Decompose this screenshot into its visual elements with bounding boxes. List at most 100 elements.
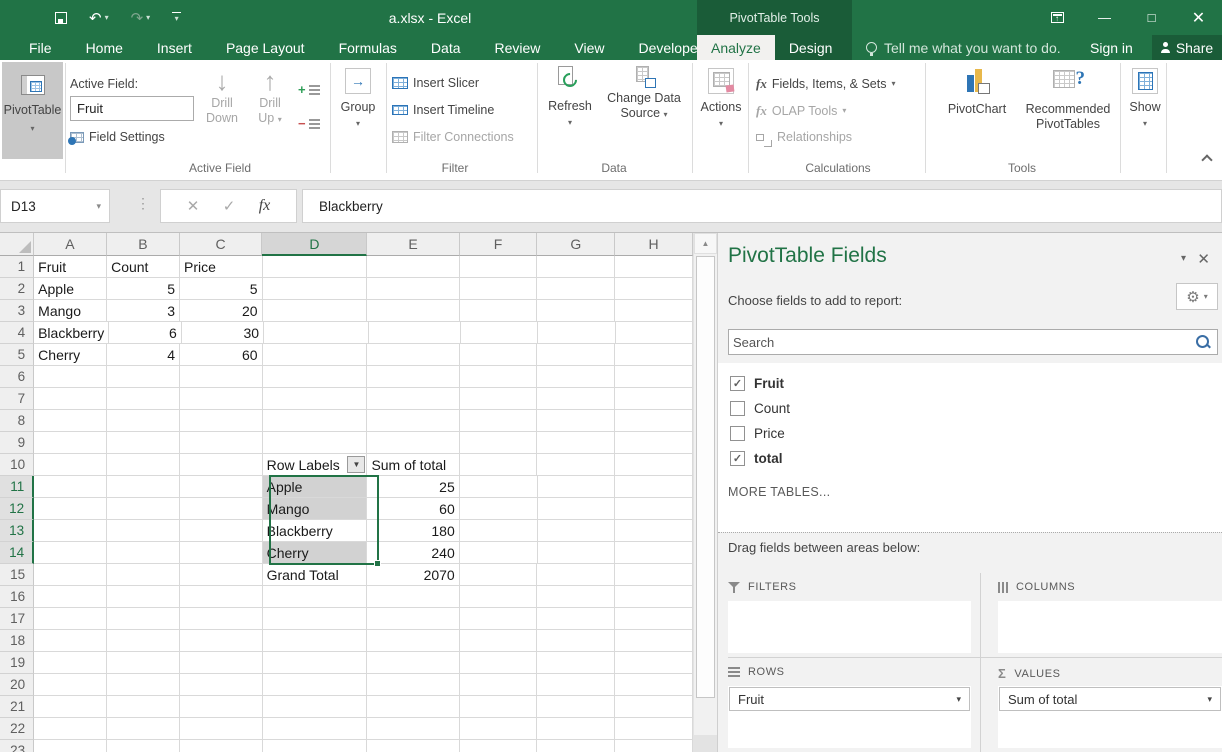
col-header-B[interactable]: B	[107, 233, 180, 256]
row-header-20[interactable]: 20	[0, 674, 34, 696]
cell-E10[interactable]: Sum of total	[367, 454, 459, 476]
row-header-17[interactable]: 17	[0, 608, 34, 630]
field-checkbox-fruit[interactable]: ✓	[730, 376, 745, 391]
tell-me-box[interactable]: Tell me what you want to do.	[866, 35, 1061, 60]
cell-G10[interactable]	[537, 454, 615, 476]
cell-C7[interactable]	[180, 388, 263, 410]
cell-G20[interactable]	[537, 674, 615, 696]
cell-G17[interactable]	[537, 608, 615, 630]
cell-C15[interactable]	[180, 564, 263, 586]
cell-A22[interactable]	[34, 718, 107, 740]
row-header-11[interactable]: 11	[0, 476, 34, 498]
cell-F20[interactable]	[460, 674, 538, 696]
cell-A8[interactable]	[34, 410, 107, 432]
cell-G4[interactable]	[538, 322, 615, 344]
cell-C1[interactable]: Price	[180, 256, 263, 278]
cell-F5[interactable]	[460, 344, 538, 366]
filter-connections-button[interactable]: Filter Connections	[392, 130, 514, 144]
col-header-A[interactable]: A	[34, 233, 107, 256]
row-header-8[interactable]: 8	[0, 410, 34, 432]
cell-G22[interactable]	[537, 718, 615, 740]
cell-B21[interactable]	[107, 696, 180, 718]
cell-H16[interactable]	[615, 586, 693, 608]
cell-H1[interactable]	[615, 256, 693, 278]
row-header-23[interactable]: 23	[0, 740, 34, 752]
cell-H15[interactable]	[615, 564, 693, 586]
cell-C12[interactable]	[180, 498, 263, 520]
cell-C16[interactable]	[180, 586, 263, 608]
minimize-button[interactable]: —	[1081, 0, 1128, 35]
cell-B8[interactable]	[107, 410, 180, 432]
field-item-price[interactable]: Price	[718, 421, 1222, 446]
row-header-15[interactable]: 15	[0, 564, 34, 586]
col-header-D[interactable]: D	[262, 233, 367, 256]
cell-B18[interactable]	[107, 630, 180, 652]
col-header-C[interactable]: C	[180, 233, 263, 256]
cell-C19[interactable]	[180, 652, 263, 674]
cell-G19[interactable]	[537, 652, 615, 674]
cell-G1[interactable]	[537, 256, 615, 278]
cell-C18[interactable]	[180, 630, 263, 652]
cell-E5[interactable]	[367, 344, 459, 366]
cell-C2[interactable]: 5	[180, 278, 263, 300]
cell-F14[interactable]	[460, 542, 538, 564]
cell-H5[interactable]	[615, 344, 693, 366]
cell-B14[interactable]	[107, 542, 180, 564]
actions-button[interactable]: Actions ▾	[698, 68, 744, 129]
cell-G15[interactable]	[537, 564, 615, 586]
cell-E3[interactable]	[367, 300, 459, 322]
field-checkbox-total[interactable]: ✓	[730, 451, 745, 466]
cell-E9[interactable]	[367, 432, 459, 454]
pane-options-dropdown-icon[interactable]: ▾	[1181, 253, 1186, 264]
cell-F17[interactable]	[460, 608, 538, 630]
cell-H20[interactable]	[615, 674, 693, 696]
cell-A17[interactable]	[34, 608, 107, 630]
cell-D16[interactable]	[263, 586, 368, 608]
cell-E14[interactable]: 240	[367, 542, 459, 564]
cell-H13[interactable]	[615, 520, 693, 542]
cell-D21[interactable]	[263, 696, 368, 718]
cell-A23[interactable]	[34, 740, 107, 752]
cell-F6[interactable]	[460, 366, 538, 388]
cell-D1[interactable]	[263, 256, 368, 278]
cell-A1[interactable]: Fruit	[34, 256, 107, 278]
cell-A13[interactable]	[34, 520, 107, 542]
pivottable-button[interactable]: PivotTable ▾	[2, 62, 63, 159]
cell-H17[interactable]	[615, 608, 693, 630]
collapse-field-button[interactable]: −	[298, 116, 320, 131]
cell-B12[interactable]	[107, 498, 180, 520]
cell-B11[interactable]	[107, 476, 180, 498]
cell-E15[interactable]: 2070	[367, 564, 459, 586]
cell-B4[interactable]: 6	[109, 322, 182, 344]
cell-C13[interactable]	[180, 520, 263, 542]
cell-D15[interactable]: Grand Total	[263, 564, 368, 586]
row-header-18[interactable]: 18	[0, 630, 34, 652]
cell-A9[interactable]	[34, 432, 107, 454]
close-button[interactable]: ✕	[1175, 0, 1222, 35]
drill-down-button[interactable]: ↓ Drill Down	[200, 66, 244, 126]
cell-G11[interactable]	[538, 476, 616, 498]
tab-formulas[interactable]: Formulas	[322, 35, 414, 60]
cell-E23[interactable]	[367, 740, 459, 752]
formula-bar-resize-handle[interactable]: ⋮	[136, 195, 150, 212]
col-header-F[interactable]: F	[460, 233, 538, 256]
cell-F19[interactable]	[460, 652, 538, 674]
redo-button[interactable]: ↷▾	[131, 9, 151, 27]
collapse-ribbon-button[interactable]	[1201, 154, 1212, 165]
scrollbar-up-button[interactable]: ▲	[694, 233, 717, 254]
scrollbar-thumb[interactable]	[696, 256, 715, 698]
cell-E11[interactable]: 25	[367, 476, 459, 498]
select-all-corner[interactable]	[0, 233, 34, 256]
cell-A19[interactable]	[34, 652, 107, 674]
cell-G21[interactable]	[537, 696, 615, 718]
cancel-icon[interactable]: ✕	[187, 197, 200, 215]
values-pill-sum-of-total[interactable]: Sum of total▾	[999, 687, 1221, 711]
cell-D5[interactable]	[263, 344, 368, 366]
expand-field-button[interactable]: +	[298, 82, 320, 97]
cell-A10[interactable]	[34, 454, 107, 476]
cell-F21[interactable]	[460, 696, 538, 718]
cell-D2[interactable]	[263, 278, 368, 300]
field-checkbox-price[interactable]	[730, 426, 745, 441]
fields-items-sets-button[interactable]: fx Fields, Items, & Sets ▾	[756, 76, 895, 92]
row-header-13[interactable]: 13	[0, 520, 34, 542]
